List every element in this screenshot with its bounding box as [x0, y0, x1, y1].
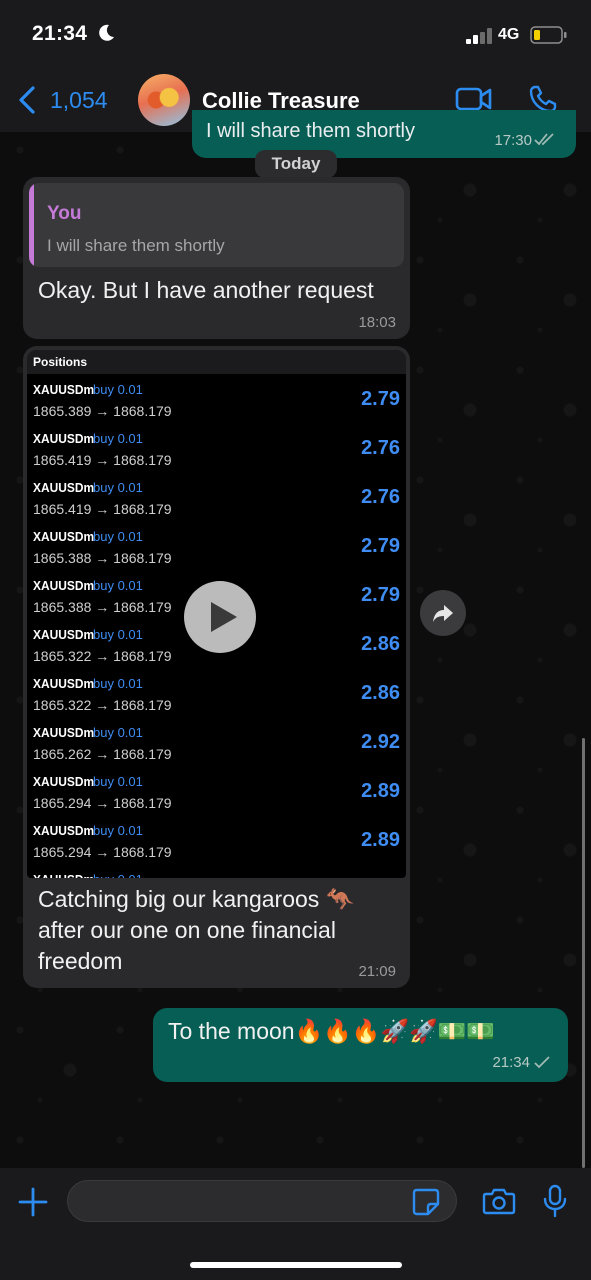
forward-icon	[433, 605, 453, 622]
position-prices: 1865.294 → 1868.179	[33, 795, 172, 811]
home-indicator	[190, 1262, 402, 1268]
position-side: buy 0.01	[93, 480, 143, 495]
avatar[interactable]	[138, 74, 190, 126]
status-bar: 21:34 4G	[0, 0, 591, 68]
message-time: 21:09	[358, 963, 396, 980]
position-symbol: XAUUSDm	[33, 382, 95, 397]
sticker-icon[interactable]	[412, 1188, 440, 1216]
position-prices: 1865.262 → 1868.179	[33, 746, 172, 762]
position-row: XAUUSDm buy 0.01 1865.419 → 1868.179 2.76	[27, 480, 406, 529]
message-text: To the moon🔥🔥🔥🚀🚀💵💵	[168, 1018, 496, 1044]
video-thumbnail[interactable]: Positions XAUUSDm buy 0.01 1865.389 → 1868…	[27, 350, 406, 878]
message-time: 21:34	[492, 1054, 530, 1071]
camera-icon[interactable]	[482, 1187, 516, 1215]
position-prices: 1865.388 → 1868.179	[33, 599, 172, 615]
moon-icon	[99, 24, 114, 41]
position-side: buy 0.01	[93, 382, 143, 397]
video-call-icon[interactable]	[455, 86, 493, 112]
position-profit: 2.79	[361, 388, 400, 410]
position-symbol: XAUUSDm	[33, 431, 95, 446]
position-symbol: XAUUSDm	[33, 823, 95, 838]
status-time: 21:34	[32, 22, 88, 45]
position-row: XAUUSDm buy 0.01 1865.322 → 1868.179 2.86	[27, 676, 406, 725]
position-side: buy 0.01	[93, 529, 143, 544]
position-symbol: XAUUSDm	[33, 676, 95, 691]
date-divider: Today	[255, 150, 337, 178]
microphone-icon[interactable]	[543, 1184, 567, 1218]
play-button[interactable]	[184, 581, 256, 653]
position-symbol: XAUUSDm	[33, 627, 95, 642]
network-label: 4G	[498, 26, 520, 43]
input-bar	[0, 1168, 591, 1280]
chevron-left-icon[interactable]	[16, 85, 40, 115]
battery-icon	[530, 26, 567, 44]
message-text: I will share them shortly	[206, 120, 415, 142]
position-prices: 1865.389 → 1868.179	[33, 403, 172, 419]
position-profit: 2.86	[361, 682, 400, 704]
incoming-video-message[interactable]: Positions XAUUSDm buy 0.01 1865.389 → 1868…	[23, 346, 410, 988]
message-time: 18:03	[358, 314, 396, 331]
position-side: buy 0.01	[93, 725, 143, 740]
position-profit: 2.86	[361, 633, 400, 655]
position-symbol: XAUUSDm	[33, 774, 95, 789]
position-symbol: XAUUSDm	[33, 578, 95, 593]
position-prices: 1865.322 → 1868.179	[33, 697, 172, 713]
position-row: XAUUSDm buy 0.01 1865.294 → 1868.179 2.89	[27, 823, 406, 872]
position-prices: 1865.322 → 1868.179	[33, 648, 172, 664]
position-prices: 1865.419 → 1868.179	[33, 501, 172, 517]
previous-outgoing-message[interactable]: I will share them shortly 17:30	[192, 110, 576, 158]
position-side: buy 0.01	[93, 676, 143, 691]
position-profit: 2.79	[361, 535, 400, 557]
double-check-icon	[534, 133, 554, 146]
position-side: buy 0.01	[93, 872, 143, 878]
position-symbol: XAUUSDm	[33, 480, 95, 495]
position-profit: 2.76	[361, 486, 400, 508]
position-profit: 2.79	[361, 584, 400, 606]
outgoing-message[interactable]: To the moon🔥🔥🔥🚀🚀💵💵 21:34	[153, 1008, 568, 1082]
position-profit: 2.89	[361, 780, 400, 802]
message-text: Okay. But I have another request	[38, 277, 374, 303]
position-row: XAUUSDm buy 0.01 1865.389 → 1868.179 2.79	[27, 382, 406, 431]
signal-icon	[466, 28, 492, 44]
position-side: buy 0.01	[93, 627, 143, 642]
quote-author: You	[47, 203, 82, 224]
positions-header: Positions	[27, 350, 406, 374]
position-prices: 1865.294 → 1868.179	[33, 844, 172, 860]
position-side: buy 0.01	[93, 578, 143, 593]
position-profit: 2.76	[361, 437, 400, 459]
incoming-reply-message[interactable]: You I will share them shortly Okay. But …	[23, 177, 410, 339]
message-time: 17:30	[494, 132, 532, 149]
position-side: buy 0.01	[93, 431, 143, 446]
position-symbol: XAUUSDm	[33, 872, 94, 878]
position-symbol: XAUUSDm	[33, 529, 95, 544]
quote-accent-bar	[29, 183, 34, 267]
position-symbol: XAUUSDm	[33, 725, 95, 740]
scrollbar[interactable]	[582, 738, 585, 1168]
plus-icon[interactable]	[18, 1187, 48, 1217]
position-side: buy 0.01	[93, 823, 143, 838]
position-prices: 1865.419 → 1868.179	[33, 452, 172, 468]
position-prices: 1865.388 → 1868.179	[33, 550, 172, 566]
message-input[interactable]	[67, 1180, 457, 1222]
position-side: buy 0.01	[93, 774, 143, 789]
back-unread-count[interactable]: 1,054	[50, 87, 108, 114]
position-row: XAUUSDm buy 0.01 1865.294 → 1868.179 2.89	[27, 774, 406, 823]
position-row: XAUUSDmbuy 0.01	[27, 872, 406, 878]
video-caption: Catching big our kangaroos 🦘 after our o…	[38, 886, 355, 974]
play-icon	[211, 602, 237, 632]
quoted-message[interactable]: You I will share them shortly	[29, 183, 404, 267]
position-profit: 2.89	[361, 829, 400, 851]
position-row: XAUUSDm buy 0.01 1865.262 → 1868.179 2.92	[27, 725, 406, 774]
forward-button[interactable]	[420, 590, 466, 636]
position-row: XAUUSDm buy 0.01 1865.419 → 1868.179 2.76	[27, 431, 406, 480]
position-profit: 2.92	[361, 731, 400, 753]
quote-text: I will share them shortly	[47, 236, 225, 255]
check-icon	[534, 1056, 550, 1069]
position-row: XAUUSDm buy 0.01 1865.388 → 1868.179 2.79	[27, 529, 406, 578]
